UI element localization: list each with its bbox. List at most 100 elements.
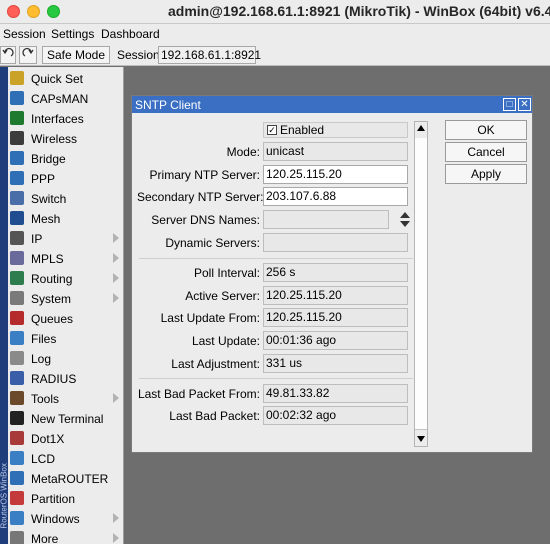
dialog-close-button[interactable]: ✕ (518, 98, 531, 111)
server-dns-names-label: Server DNS Names: (151, 213, 260, 227)
sidebar-item-wireless[interactable]: Wireless (8, 128, 123, 148)
terminal-icon (10, 411, 24, 425)
folder-icon (10, 331, 24, 345)
lcd-icon (10, 451, 24, 465)
enabled-checkbox-row[interactable]: ✓ Enabled (263, 122, 408, 138)
sidebar-item-log[interactable]: Log (8, 348, 123, 368)
sidebar-item-label: Partition (31, 492, 76, 506)
sidebar-item-ip[interactable]: IP (8, 228, 123, 248)
scroll-up-icon[interactable] (417, 125, 425, 131)
poll-interval-label: Poll Interval: (193, 266, 260, 280)
apply-button[interactable]: Apply (445, 164, 527, 184)
dot1x-icon (10, 431, 24, 445)
close-icon: ✕ (520, 99, 529, 110)
metarouter-icon (10, 471, 24, 485)
sidebar-item-interfaces[interactable]: Interfaces (8, 108, 123, 128)
sidebar-item-system[interactable]: System (8, 288, 123, 308)
submenu-arrow-icon (113, 533, 119, 543)
menu-dashboard[interactable]: Dashboard (101, 27, 160, 41)
sidebar-item-label: IP (31, 232, 43, 246)
active-server-field: 120.25.115.20 (263, 286, 408, 305)
sidebar-item-queues[interactable]: Queues (8, 308, 123, 328)
sidebar-item-tools[interactable]: Tools (8, 388, 123, 408)
spin-down-icon[interactable] (400, 221, 410, 227)
sidebar-item-label: Dot1X (31, 432, 65, 446)
tools-icon (10, 391, 24, 405)
undo-button[interactable] (0, 46, 16, 64)
menu-session[interactable]: Session (3, 27, 46, 41)
sidebar: RouterOS WinBox Quick Set CAPsMAN Interfac… (0, 67, 124, 544)
more-icon (10, 531, 24, 544)
cancel-button[interactable]: Cancel (445, 142, 527, 162)
sidebar-item-label: Switch (31, 192, 67, 206)
menu-bar: Session Settings Dashboard (0, 24, 550, 44)
mesh-icon (10, 211, 24, 225)
gear-icon (10, 291, 24, 305)
sidebar-item-routing[interactable]: Routing (8, 268, 123, 288)
form-scrollbar[interactable] (414, 121, 428, 447)
dialog-maximize-button[interactable]: □ (503, 98, 516, 111)
submenu-arrow-icon (113, 513, 119, 523)
sidebar-item-new-terminal[interactable]: New Terminal (8, 408, 123, 428)
sidebar-item-more[interactable]: More (8, 528, 123, 544)
maximize-window-button[interactable] (47, 5, 60, 18)
spin-up-icon[interactable] (400, 212, 410, 218)
sidebar-item-dot1x[interactable]: Dot1X (8, 428, 123, 448)
primary-ntp-input[interactable]: 120.25.115.20 (263, 165, 408, 184)
toolbar: Safe Mode Session: 192.168.61.1:8921 (0, 44, 550, 66)
safe-mode-button[interactable]: Safe Mode (42, 46, 110, 64)
menu-settings[interactable]: Settings (51, 27, 94, 41)
sidebar-item-lcd[interactable]: LCD (8, 448, 123, 468)
last-update-from-label: Last Update From: (160, 311, 260, 325)
sidebar-item-mesh[interactable]: Mesh (8, 208, 123, 228)
sidebar-item-label: CAPsMAN (31, 92, 89, 106)
sidebar-item-windows[interactable]: Windows (8, 508, 123, 528)
dialog-titlebar[interactable]: SNTP Client □ ✕ (132, 96, 532, 113)
last-bad-packet-from-label: Last Bad Packet From: (137, 387, 260, 401)
sidebar-item-label: Interfaces (31, 112, 84, 126)
sidebar-item-ppp[interactable]: PPP (8, 168, 123, 188)
sidebar-item-label: New Terminal (31, 412, 104, 426)
sidebar-item-capsman[interactable]: CAPsMAN (8, 88, 123, 108)
server-dns-names-field[interactable] (263, 210, 389, 229)
sidebar-item-label: Windows (31, 512, 80, 526)
partition-icon (10, 491, 24, 505)
sidebar-item-label: Wireless (31, 132, 78, 146)
scrollbar-thumb[interactable] (415, 138, 427, 430)
mode-label: Mode: (226, 145, 260, 159)
window-titlebar: admin@192.168.61.1:8921 (MikroTik) - Win… (0, 0, 550, 24)
sidebar-item-label: Files (31, 332, 57, 346)
secondary-ntp-label: Secondary NTP Server: (137, 190, 264, 204)
capsman-icon (10, 91, 24, 105)
active-server-label: Active Server: (185, 289, 260, 303)
bridge-icon (10, 151, 24, 165)
routing-icon (10, 271, 24, 285)
submenu-arrow-icon (113, 293, 119, 303)
sidebar-item-mpls[interactable]: MPLS (8, 248, 123, 268)
close-window-button[interactable] (7, 5, 20, 18)
sidebar-item-label: Queues (31, 312, 74, 326)
submenu-arrow-icon (113, 253, 119, 263)
sidebar-item-quick-set[interactable]: Quick Set (8, 68, 123, 88)
sidebar-item-partition[interactable]: Partition (8, 488, 123, 508)
scroll-down-icon[interactable] (417, 436, 425, 442)
secondary-ntp-input[interactable]: 203.107.6.88 (263, 187, 408, 206)
sidebar-item-radius[interactable]: RADIUS (8, 368, 123, 388)
sidebar-item-metarouter[interactable]: MetaROUTER (8, 468, 123, 488)
last-adjustment-label: Last Adjustment: (171, 357, 260, 371)
redo-button[interactable] (19, 46, 37, 64)
last-bad-packet-label: Last Bad Packet: (169, 409, 260, 423)
dns-names-spinner[interactable] (400, 212, 410, 228)
sidebar-item-files[interactable]: Files (8, 328, 123, 348)
sidebar-item-bridge[interactable]: Bridge (8, 148, 123, 168)
sidebar-item-switch[interactable]: Switch (8, 188, 123, 208)
poll-interval-field: 256 s (263, 263, 408, 282)
sidebar-item-label: PPP (31, 172, 56, 186)
minimize-window-button[interactable] (27, 5, 40, 18)
ip-icon (10, 231, 24, 245)
last-adjustment-field: 331 us (263, 354, 408, 373)
enabled-checkbox[interactable]: ✓ (267, 125, 277, 135)
enabled-label: Enabled (280, 123, 325, 137)
ok-button[interactable]: OK (445, 120, 527, 140)
ppp-icon (10, 171, 24, 185)
